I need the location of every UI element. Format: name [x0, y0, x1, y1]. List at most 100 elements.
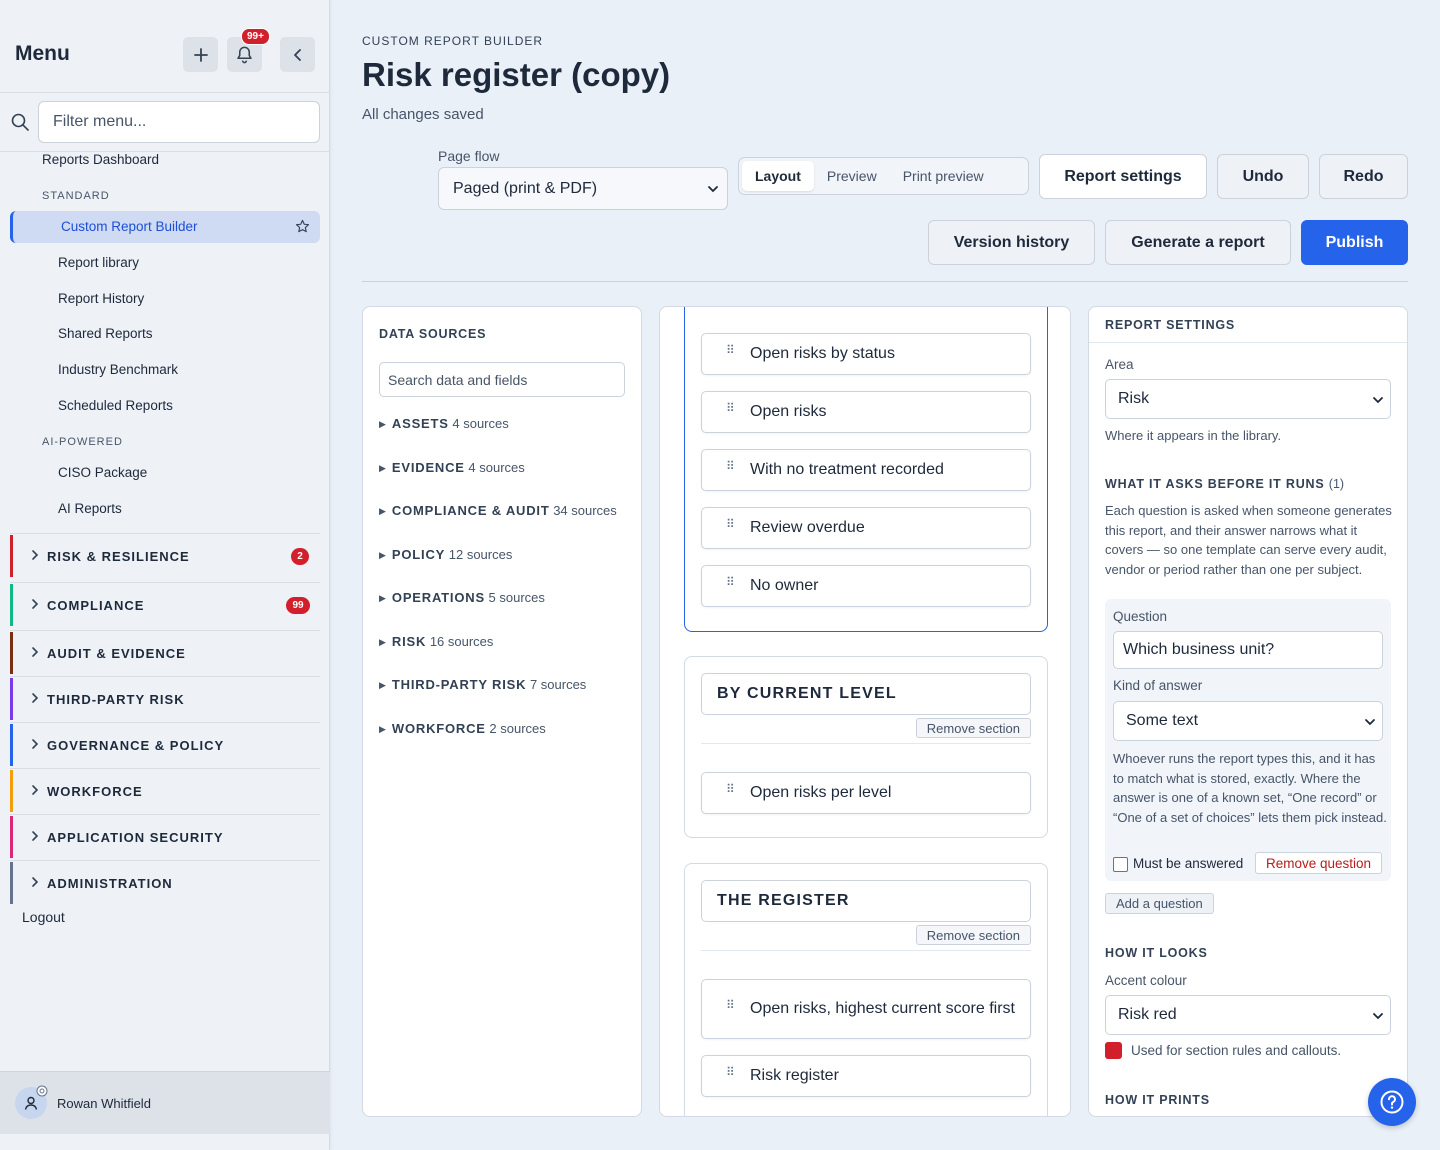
collapse-sidebar-button[interactable]: [280, 37, 315, 72]
prints-heading: HOW IT PRINTS: [1105, 1093, 1210, 1107]
report-block[interactable]: ⠿ With no treatment recorded: [701, 449, 1031, 491]
report-block[interactable]: ⠿ Risk register: [701, 1055, 1031, 1097]
report-block[interactable]: ⠿ No owner: [701, 565, 1031, 607]
sidebar-item-report-library[interactable]: Report library: [58, 255, 139, 270]
filter-menu-input[interactable]: [38, 101, 320, 143]
accent-swatch: [1105, 1042, 1122, 1059]
question-input[interactable]: Which business unit?: [1113, 631, 1383, 669]
source-group-policy[interactable]: ▶ POLICY 12 sources: [379, 547, 512, 562]
sidebar-group-risk-resilience[interactable]: RISK & RESILIENCE 2: [10, 535, 320, 577]
help-icon: [1380, 1090, 1404, 1114]
panel-title: REPORT SETTINGS: [1105, 318, 1236, 332]
chevron-right-icon: [32, 550, 39, 560]
remove-question-button[interactable]: Remove question: [1255, 852, 1383, 874]
drag-handle-icon[interactable]: ⠿: [726, 344, 735, 356]
divider: [10, 582, 320, 583]
drag-handle-icon[interactable]: ⠿: [726, 402, 735, 414]
area-hint: Where it appears in the library.: [1105, 428, 1282, 443]
sidebar-group-third-party-risk[interactable]: THIRD-PARTY RISK: [10, 678, 320, 720]
report-block[interactable]: ⠿ Review overdue: [701, 507, 1031, 549]
panel-title: DATA SOURCES: [379, 327, 487, 341]
report-section-by-current-level[interactable]: BY CURRENT LEVEL Remove section ⠿ Open ri…: [684, 656, 1048, 838]
remove-section-button[interactable]: Remove section: [915, 925, 1031, 945]
divider: [701, 950, 1031, 951]
asks-hint: Each question is asked when someone gene…: [1105, 503, 1392, 577]
sidebar-item-ciso-package[interactable]: CISO Package: [58, 465, 147, 480]
expand-icon: ▶: [379, 506, 386, 516]
drag-handle-icon[interactable]: ⠿: [726, 1066, 735, 1078]
page-title: Risk register (copy): [362, 56, 671, 93]
divider: [10, 768, 320, 769]
sidebar-item-label: Custom Report Builder: [61, 219, 198, 234]
group-label: THIRD-PARTY RISK: [47, 691, 185, 707]
remove-section-button[interactable]: Remove section: [915, 718, 1031, 738]
required-checkbox[interactable]: [1113, 857, 1128, 872]
section-title[interactable]: BY CURRENT LEVEL: [701, 673, 1031, 715]
sidebar-item-industry-benchmark[interactable]: Industry Benchmark: [58, 362, 178, 377]
tab-print-preview[interactable]: Print preview: [890, 161, 997, 191]
sidebar-group-application-security[interactable]: APPLICATION SECURITY: [10, 816, 320, 858]
report-settings-button[interactable]: Report settings: [1039, 154, 1207, 199]
report-block[interactable]: ⠿ Open risks per level: [701, 772, 1031, 814]
source-group-assets[interactable]: ▶ ASSETS 4 sources: [379, 416, 509, 431]
drag-handle-icon[interactable]: ⠿: [726, 783, 735, 795]
chevron-down-icon: [1373, 1013, 1383, 1020]
area-select[interactable]: Risk: [1105, 379, 1391, 419]
sidebar-group-compliance[interactable]: COMPLIANCE 99: [10, 584, 320, 626]
add-question-button[interactable]: Add a question: [1105, 893, 1214, 914]
sidebar-item-scheduled-reports[interactable]: Scheduled Reports: [58, 398, 173, 413]
sidebar-group-audit-evidence[interactable]: AUDIT & EVIDENCE: [10, 632, 320, 674]
tab-layout[interactable]: Layout: [742, 161, 814, 191]
drag-handle-icon[interactable]: ⠿: [726, 576, 735, 588]
star-icon[interactable]: [295, 219, 310, 234]
user-name: Rowan Whitfield: [57, 1096, 151, 1111]
source-group-compliance-audit[interactable]: ▶ COMPLIANCE & AUDIT 34 sources: [379, 503, 617, 518]
user-profile[interactable]: Rowan Whitfield: [0, 1071, 330, 1134]
drag-handle-icon[interactable]: ⠿: [726, 999, 735, 1011]
report-block[interactable]: ⠿ Open risks, highest current score first: [701, 979, 1031, 1039]
chevron-right-icon: [32, 599, 39, 609]
report-section-selected[interactable]: ⠿ Open risks by status ⠿ Open risks ⠿ With …: [684, 307, 1048, 632]
undo-button[interactable]: Undo: [1217, 154, 1309, 199]
expand-icon: ▶: [379, 593, 386, 603]
sidebar-item-custom-report-builder[interactable]: Custom Report Builder: [10, 211, 320, 243]
answer-kind-select[interactable]: Some text: [1113, 701, 1383, 741]
report-block[interactable]: ⠿ Open risks: [701, 391, 1031, 433]
add-button[interactable]: [183, 37, 218, 72]
accent-colour-select[interactable]: Risk red: [1105, 995, 1391, 1035]
page-flow-value: Paged (print & PDF): [453, 179, 598, 197]
source-group-operations[interactable]: ▶ OPERATIONS 5 sources: [379, 590, 545, 605]
expand-icon: ▶: [379, 637, 386, 647]
search-data-input[interactable]: [379, 362, 625, 397]
sidebar-item-shared-reports[interactable]: Shared Reports: [58, 326, 153, 341]
asks-count: (1): [1328, 477, 1345, 491]
view-mode-tabs: Layout Preview Print preview: [738, 157, 1029, 195]
source-group-third-party-risk[interactable]: ▶ THIRD-PARTY RISK 7 sources: [379, 677, 586, 692]
logout-link[interactable]: Logout: [22, 909, 65, 925]
report-settings-panel: REPORT SETTINGS Area Risk Where it appea…: [1088, 306, 1408, 1117]
version-history-button[interactable]: Version history: [928, 220, 1095, 265]
tab-preview[interactable]: Preview: [814, 161, 890, 191]
source-group-evidence[interactable]: ▶ EVIDENCE 4 sources: [379, 460, 525, 475]
publish-button[interactable]: Publish: [1301, 220, 1408, 265]
sidebar-item-reports-dashboard[interactable]: Reports Dashboard: [42, 152, 159, 167]
sidebar-group-governance-policy[interactable]: GOVERNANCE & POLICY: [10, 724, 320, 766]
sidebar-item-ai-reports[interactable]: AI Reports: [58, 501, 122, 516]
source-group-workforce[interactable]: ▶ WORKFORCE 2 sources: [379, 721, 546, 736]
redo-button[interactable]: Redo: [1319, 154, 1408, 199]
notification-badge: 99+: [241, 28, 270, 45]
report-section-the-register[interactable]: THE REGISTER Remove section ⠿ Open risks,…: [684, 863, 1048, 1116]
drag-handle-icon[interactable]: ⠿: [726, 518, 735, 530]
sidebar-group-administration[interactable]: ADMINISTRATION: [10, 862, 320, 904]
sidebar-item-report-history[interactable]: Report History: [58, 291, 144, 306]
drag-handle-icon[interactable]: ⠿: [726, 460, 735, 472]
chevron-right-icon: [32, 877, 39, 887]
page-flow-select[interactable]: Paged (print & PDF): [438, 167, 728, 210]
report-block[interactable]: ⠿ Open risks by status: [701, 333, 1031, 375]
page-flow-label: Page flow: [438, 148, 500, 164]
sidebar-group-workforce[interactable]: WORKFORCE: [10, 770, 320, 812]
section-title[interactable]: THE REGISTER: [701, 880, 1031, 922]
generate-report-button[interactable]: Generate a report: [1105, 220, 1291, 265]
source-group-risk[interactable]: ▶ RISK 16 sources: [379, 634, 493, 649]
help-button[interactable]: [1368, 1078, 1416, 1126]
